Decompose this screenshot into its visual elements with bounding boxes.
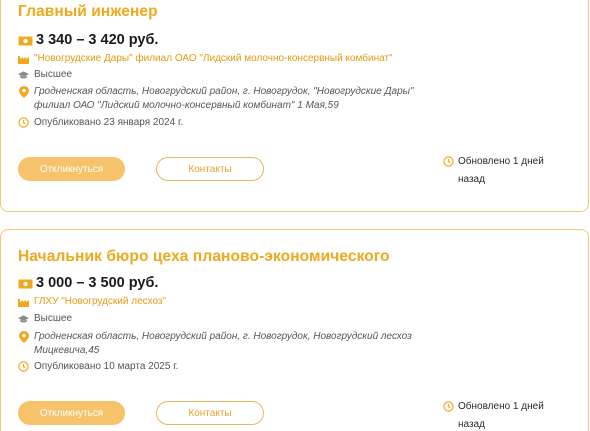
updated-info: Обновлено 1 дней назад <box>443 398 568 431</box>
vacancy-card: Начальник бюро цеха планово-экономическо… <box>0 229 589 431</box>
published-date: Опубликовано 10 марта 2025 г. <box>34 361 179 372</box>
respond-button[interactable]: Откликнуться <box>18 401 125 425</box>
education-row: Высшее <box>18 312 72 326</box>
contacts-button[interactable]: Контакты <box>156 157 264 181</box>
education-row: Высшее <box>18 68 72 82</box>
money-icon <box>18 35 33 46</box>
updated-text: Обновлено 1 дней назад <box>458 156 544 185</box>
salary-value: 3 000 – 3 500 руб. <box>36 275 159 291</box>
contacts-button[interactable]: Контакты <box>156 401 264 425</box>
education-level: Высшее <box>34 69 73 80</box>
vacancy-title[interactable]: Главный инженер <box>18 3 158 21</box>
address: Гродненская область, Новогрудский район,… <box>34 86 414 111</box>
salary: 3 000 – 3 500 руб. <box>18 275 158 291</box>
location-pin-icon <box>18 330 29 343</box>
organization-row: "Новогрудские Дары" филиал ОАО "Лидский … <box>18 52 393 66</box>
respond-button[interactable]: Откликнуться <box>18 157 125 181</box>
published-row: Опубликовано 23 января 2024 г. <box>18 116 183 130</box>
location-pin-icon <box>18 85 29 98</box>
factory-icon <box>18 53 29 64</box>
salary-value: 3 340 – 3 420 руб. <box>36 32 159 48</box>
vacancy-card: Главный инженер 3 340 – 3 420 руб. "Ново… <box>0 0 589 212</box>
address: Гродненская область, Новогрудский район,… <box>34 331 412 356</box>
address-row: Гродненская область, Новогрудский район,… <box>18 330 444 358</box>
education-level: Высшее <box>34 313 73 324</box>
address-row: Гродненская область, Новогрудский район,… <box>18 85 444 113</box>
clock-icon <box>443 156 454 167</box>
updated-text: Обновлено 1 дней назад <box>458 401 544 430</box>
vacancy-title[interactable]: Начальник бюро цеха планово-экономическо… <box>18 248 390 266</box>
factory-icon <box>18 296 29 307</box>
graduation-cap-icon <box>18 69 29 80</box>
clock-icon <box>18 361 29 372</box>
updated-info: Обновлено 1 дней назад <box>443 153 568 189</box>
money-icon <box>18 278 33 289</box>
salary: 3 340 – 3 420 руб. <box>18 32 158 48</box>
published-date: Опубликовано 23 января 2024 г. <box>34 117 184 128</box>
organization-link[interactable]: ГЛХУ "Новогрудский лесхоз" <box>34 295 166 309</box>
clock-icon <box>443 401 454 412</box>
graduation-cap-icon <box>18 313 29 324</box>
organization-row: ГЛХУ "Новогрудский лесхоз" <box>18 295 166 309</box>
clock-icon <box>18 117 29 128</box>
published-row: Опубликовано 10 марта 2025 г. <box>18 360 178 374</box>
organization-link[interactable]: "Новогрудские Дары" филиал ОАО "Лидский … <box>34 52 393 66</box>
